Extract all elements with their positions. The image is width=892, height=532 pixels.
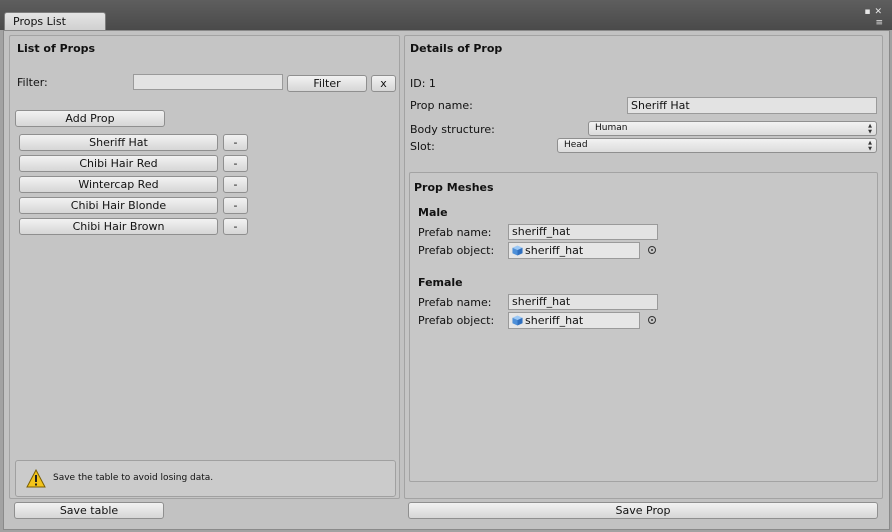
remove-prop-button[interactable]: - (223, 218, 248, 235)
editor-window: List of Props Filter: Filter x Add Prop … (3, 30, 890, 530)
male-prefab-object-label: Prefab object: (418, 244, 495, 257)
male-prefab-object-value: sheriff_hat (525, 244, 584, 257)
filter-label: Filter: (17, 76, 48, 89)
prefab-cube-icon (512, 245, 523, 256)
dropdown-arrow-icon: ▲ ▼ (868, 123, 872, 135)
female-section-title: Female (418, 276, 463, 289)
body-structure-dropdown[interactable]: Human ▲ ▼ (588, 121, 877, 136)
prop-list-item-2[interactable]: Wintercap Red (19, 176, 218, 193)
slot-label: Slot: (410, 140, 435, 153)
save-warning-box: Save the table to avoid losing data. (15, 460, 396, 497)
filter-input[interactable] (133, 74, 283, 90)
female-prefab-object-field[interactable]: sheriff_hat (508, 312, 640, 329)
add-prop-button[interactable]: Add Prop (15, 110, 165, 127)
male-prefab-name-label: Prefab name: (418, 226, 492, 239)
save-table-button[interactable]: Save table (14, 502, 164, 519)
prop-list-item-3[interactable]: Chibi Hair Blonde (19, 197, 218, 214)
prop-meshes-panel: Prop Meshes Male Prefab name: sheriff_ha… (409, 172, 878, 482)
prop-meshes-title: Prop Meshes (414, 181, 494, 194)
warning-triangle-icon (26, 469, 46, 488)
object-picker-icon[interactable] (648, 246, 656, 254)
prop-details-panel: Details of Prop ID: 1 Prop name: Sheriff… (404, 35, 883, 499)
prop-name-label: Prop name: (410, 99, 473, 112)
remove-prop-button[interactable]: - (223, 155, 248, 172)
prefab-cube-icon (512, 315, 523, 326)
remove-prop-button[interactable]: - (223, 134, 248, 151)
tab-props-list[interactable]: Props List (4, 12, 106, 31)
prop-id: ID: 1 (410, 77, 436, 90)
prop-list-item-1[interactable]: Chibi Hair Red (19, 155, 218, 172)
male-prefab-object-field[interactable]: sheriff_hat (508, 242, 640, 259)
menu-icon[interactable]: ≡ (875, 19, 882, 28)
object-picker-icon[interactable] (648, 316, 656, 324)
window-controls: ▪ ✕ ≡ (858, 8, 883, 30)
clear-filter-button[interactable]: x (371, 75, 396, 92)
male-section-title: Male (418, 206, 448, 219)
save-prop-button[interactable]: Save Prop (408, 502, 878, 519)
male-prefab-name-field[interactable]: sheriff_hat (508, 224, 658, 240)
prop-list-item-0[interactable]: Sheriff Hat (19, 134, 218, 151)
prop-list-item-4[interactable]: Chibi Hair Brown (19, 218, 218, 235)
prop-name-field[interactable]: Sheriff Hat (627, 97, 877, 114)
remove-prop-button[interactable]: - (223, 197, 248, 214)
female-prefab-name-field[interactable]: sheriff_hat (508, 294, 658, 310)
slot-dropdown[interactable]: Head ▲ ▼ (557, 138, 877, 153)
close-icon[interactable]: ✕ (874, 8, 882, 17)
prop-details-title: Details of Prop (410, 42, 503, 55)
filter-button[interactable]: Filter (287, 75, 367, 92)
editor-title-strip (0, 0, 892, 30)
dropdown-arrow-icon: ▲ ▼ (868, 140, 872, 152)
remove-prop-button[interactable]: - (223, 176, 248, 193)
maximize-icon[interactable]: ▪ (864, 8, 870, 17)
body-structure-label: Body structure: (410, 123, 495, 136)
female-prefab-object-label: Prefab object: (418, 314, 495, 327)
female-prefab-name-label: Prefab name: (418, 296, 492, 309)
female-prefab-object-value: sheriff_hat (525, 314, 584, 327)
slot-value: Head (564, 140, 588, 150)
props-list-panel: List of Props Filter: Filter x Add Prop … (9, 35, 400, 499)
save-warning-text: Save the table to avoid losing data. (53, 473, 214, 483)
props-list-title: List of Props (17, 42, 96, 55)
body-structure-value: Human (595, 123, 628, 133)
